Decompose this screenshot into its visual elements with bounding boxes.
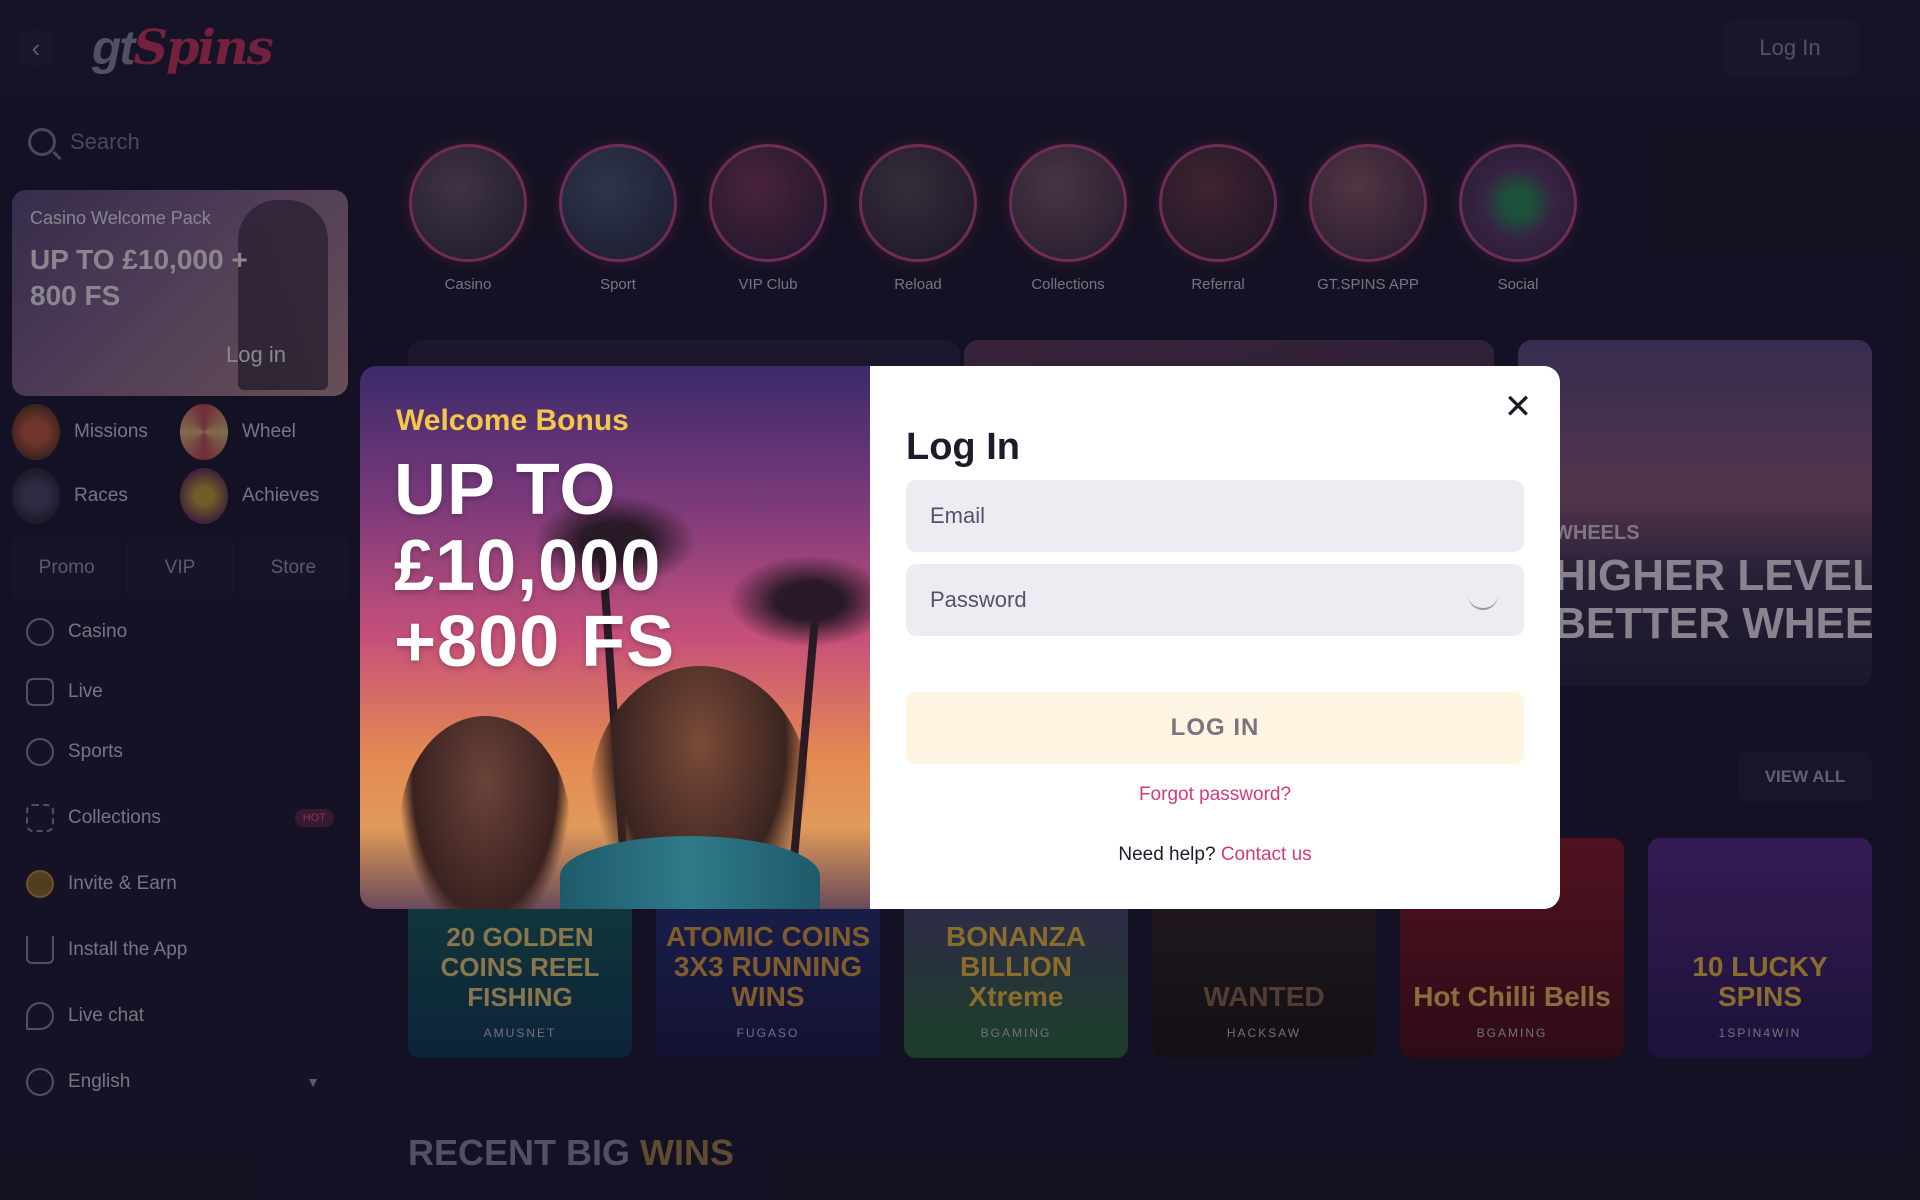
- woman-figure: [400, 716, 570, 909]
- email-field[interactable]: [906, 480, 1524, 552]
- welcome-bonus-label: Welcome Bonus: [396, 404, 629, 437]
- contact-us-link[interactable]: Contact us: [1221, 844, 1312, 865]
- welcome-bonus-amount: UP TO £10,000 +800 FS: [394, 450, 676, 682]
- login-submit-button[interactable]: LOG IN: [906, 692, 1524, 764]
- close-icon[interactable]: ✕: [1502, 390, 1534, 424]
- login-modal: Welcome Bonus UP TO £10,000 +800 FS ✕ Lo…: [360, 366, 1560, 909]
- help-text: Need help? Contact us: [1118, 844, 1312, 865]
- forgot-password-link[interactable]: Forgot password?: [870, 784, 1560, 806]
- welcome-bonus-art: Welcome Bonus UP TO £10,000 +800 FS: [360, 366, 870, 909]
- password-field[interactable]: [906, 564, 1524, 636]
- man-shirt: [560, 836, 820, 909]
- login-form: ✕ Log In LOG IN Forgot password? Need he…: [870, 366, 1560, 909]
- login-title: Log In: [906, 426, 1020, 468]
- palm-tree: [730, 556, 870, 646]
